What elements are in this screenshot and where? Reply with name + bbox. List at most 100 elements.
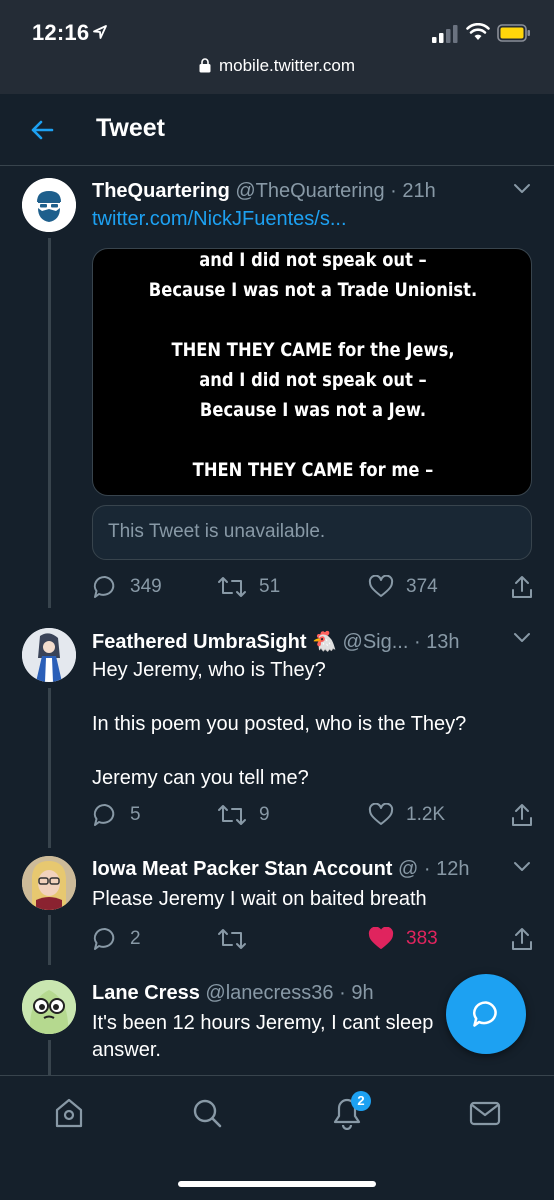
home-icon[interactable] bbox=[52, 1096, 86, 1130]
tweet-actions: 349 51 374 bbox=[92, 572, 534, 602]
like-count: 383 bbox=[406, 928, 438, 949]
lock-icon bbox=[199, 58, 211, 73]
tweet-header: Iowa Meat Packer Stan Account @ · 12h bbox=[92, 858, 469, 881]
thread-connector-line bbox=[48, 1040, 51, 1075]
share-button[interactable] bbox=[510, 572, 546, 602]
like-count: 1.2K bbox=[406, 804, 446, 825]
heart-icon bbox=[368, 803, 394, 825]
heart-filled-icon bbox=[368, 927, 394, 949]
display-name[interactable]: TheQuartering bbox=[92, 180, 230, 202]
retweet-icon bbox=[218, 929, 246, 949]
reply-count: 5 bbox=[130, 804, 141, 825]
reply-icon bbox=[93, 927, 115, 950]
display-name[interactable]: Feathered UmbraSight 🐔 bbox=[92, 631, 337, 653]
like-button[interactable]: 374 bbox=[368, 572, 438, 602]
thread-connector-line bbox=[48, 688, 51, 848]
poem-line: THEN THEY CAME for me – bbox=[192, 459, 434, 481]
poem-line: Because I was not a Trade Unionist. bbox=[148, 279, 478, 301]
tweet-link[interactable]: twitter.com/NickJFuentes/s... bbox=[92, 208, 347, 231]
chevron-down-icon[interactable] bbox=[512, 860, 532, 874]
bottom-navigation: 2 bbox=[0, 1075, 554, 1200]
text-line: Jeremy can you tell me? bbox=[92, 767, 309, 789]
reply-bubble-icon bbox=[473, 1001, 497, 1027]
retweet-button[interactable]: 51 bbox=[217, 572, 280, 602]
text-line bbox=[92, 684, 532, 711]
reply-button[interactable]: 2 bbox=[92, 924, 141, 954]
text-line bbox=[92, 738, 532, 765]
avatar[interactable] bbox=[22, 628, 76, 682]
display-name[interactable]: Lane Cress bbox=[92, 982, 200, 1004]
tweet-image[interactable]: and I did not speak out – Because I was … bbox=[92, 248, 532, 496]
reply-count: 2 bbox=[130, 928, 141, 949]
like-count: 374 bbox=[406, 576, 438, 597]
back-arrow-icon[interactable] bbox=[28, 116, 56, 144]
handle-and-time: @TheQuartering · 21h bbox=[235, 180, 436, 202]
quoted-tweet-unavailable: This Tweet is unavailable. bbox=[92, 505, 532, 560]
tweet-header: TheQuartering @TheQuartering · 21h bbox=[92, 180, 436, 203]
avatar-image bbox=[22, 628, 76, 682]
reply-icon bbox=[93, 803, 115, 826]
avatar[interactable] bbox=[22, 856, 76, 910]
retweet-button[interactable]: 9 bbox=[217, 800, 270, 830]
chevron-down-icon[interactable] bbox=[512, 182, 532, 196]
tweet-header: Feathered UmbraSight 🐔 @Sig... · 13h bbox=[92, 629, 460, 654]
text-line: Hey Jeremy, who is They? bbox=[92, 659, 326, 681]
share-icon bbox=[512, 928, 532, 950]
address-bar[interactable]: mobile.twitter.com bbox=[0, 56, 554, 76]
cellular-signal-icon bbox=[432, 25, 458, 43]
share-icon bbox=[512, 576, 532, 598]
reply-icon bbox=[93, 575, 115, 598]
avatar[interactable] bbox=[22, 178, 76, 232]
share-button[interactable] bbox=[510, 924, 546, 954]
retweet-count: 51 bbox=[259, 576, 281, 597]
status-time: 12:16 bbox=[32, 20, 90, 45]
poem-line bbox=[124, 425, 502, 455]
thread-connector-line bbox=[48, 238, 51, 608]
retweet-button[interactable] bbox=[217, 924, 259, 954]
tweet-header: Lane Cress @lanecress36 · 9h bbox=[92, 982, 374, 1005]
url-text: mobile.twitter.com bbox=[218, 56, 356, 75]
retweet-icon bbox=[218, 577, 246, 597]
page-title: Tweet bbox=[96, 114, 165, 142]
browser-chrome: 12:16 mobile.twitter.com bbox=[0, 0, 554, 94]
display-name[interactable]: Iowa Meat Packer Stan Account bbox=[92, 858, 392, 880]
tweet-actions: 2 383 bbox=[92, 924, 534, 954]
text-line: In this poem you posted, who is the They… bbox=[92, 713, 467, 735]
share-icon bbox=[512, 804, 532, 826]
notifications-badge: 2 bbox=[351, 1091, 371, 1111]
battery-icon bbox=[497, 24, 530, 42]
messages-mail-icon[interactable] bbox=[468, 1096, 502, 1130]
avatar-image bbox=[22, 980, 76, 1034]
avatar[interactable] bbox=[22, 980, 76, 1034]
like-button[interactable]: 383 bbox=[368, 924, 438, 954]
poem-line: and I did not speak out – bbox=[199, 369, 427, 391]
share-button[interactable] bbox=[510, 800, 546, 830]
reply-button[interactable]: 349 bbox=[92, 572, 162, 602]
like-button[interactable]: 1.2K bbox=[368, 800, 445, 830]
heart-icon bbox=[368, 575, 394, 597]
poem-line bbox=[124, 305, 502, 335]
poem-line: and I did not speak out – bbox=[199, 249, 427, 271]
handle-and-time: @ · 12h bbox=[398, 858, 470, 880]
reply-button[interactable]: 5 bbox=[92, 800, 141, 830]
page-header: Tweet bbox=[0, 94, 554, 166]
chevron-down-icon[interactable] bbox=[512, 631, 532, 645]
poem-line: Because I was not a Jew. bbox=[199, 399, 427, 421]
handle-and-time: @lanecress36 · 9h bbox=[205, 982, 374, 1004]
search-icon[interactable] bbox=[190, 1096, 224, 1130]
avatar-image bbox=[22, 178, 76, 232]
tweet-actions: 5 9 1.2K bbox=[92, 800, 534, 830]
retweet-count: 9 bbox=[259, 804, 270, 825]
wifi-icon bbox=[466, 23, 490, 40]
retweet-icon bbox=[218, 805, 246, 825]
home-indicator[interactable] bbox=[178, 1181, 376, 1187]
poem-line: THEN THEY CAME for the Jews, bbox=[171, 339, 455, 361]
tweet-text: Please Jeremy I wait on baited breath bbox=[92, 886, 532, 913]
avatar-image bbox=[22, 856, 76, 910]
status-bar: 12:16 bbox=[0, 0, 554, 64]
compose-reply-button[interactable] bbox=[446, 974, 526, 1054]
tweet-text: Hey Jeremy, who is They? In this poem yo… bbox=[92, 657, 532, 792]
location-arrow-icon bbox=[93, 25, 107, 39]
text-line: Please Jeremy I wait on baited breath bbox=[92, 888, 427, 910]
handle-and-time: @Sig... · 13h bbox=[342, 631, 460, 653]
